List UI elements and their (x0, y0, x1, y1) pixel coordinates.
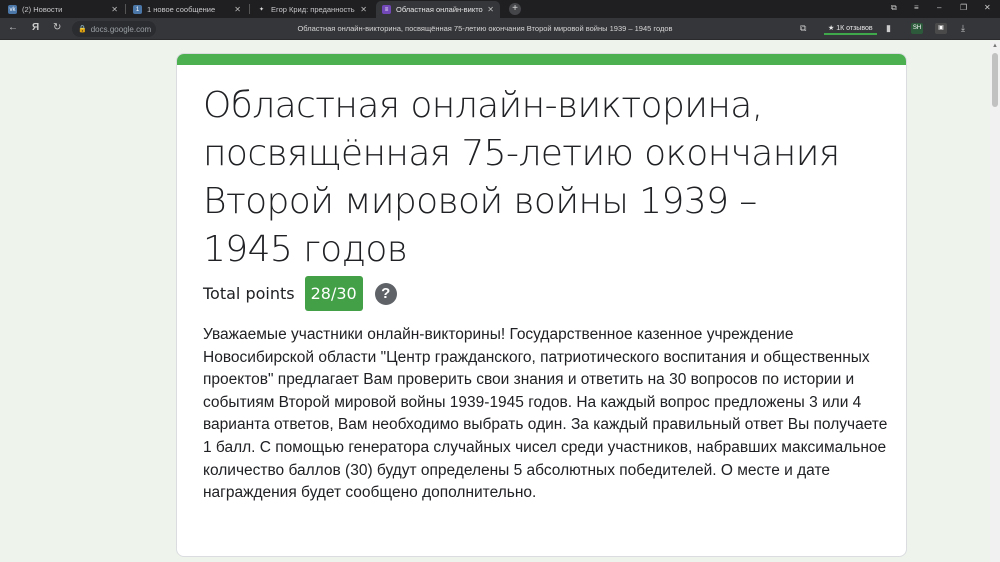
form-accent-bar (177, 54, 906, 65)
tab-egor-kreed[interactable]: ✦ Егор Крид: преданность од ✕ (251, 1, 373, 18)
extension-icon[interactable]: SH (911, 23, 923, 34)
vk-icon: vk (8, 5, 17, 14)
form-header-card: Областная онлайн-викторина, посвящённая … (176, 53, 907, 557)
back-arrow-icon[interactable]: ← (8, 22, 18, 33)
page-title-bar: Областная онлайн-викторина, посвящённая … (297, 24, 673, 33)
tab-title: Егор Крид: преданность од (271, 5, 357, 14)
minimize-icon[interactable]: – (937, 3, 941, 12)
yandex-icon[interactable]: Я (32, 22, 39, 33)
tab-title: 1 новое сообщение (147, 5, 216, 14)
scrollbar-thumb[interactable] (992, 53, 998, 107)
close-icon[interactable]: ✕ (234, 5, 241, 14)
tab-messages[interactable]: 1 1 новое сообщение ✕ (127, 1, 247, 18)
copy-link-icon[interactable]: ⧉ (800, 23, 806, 34)
browser-tab-strip: vk (2) Новости ✕ 1 1 новое сообщение ✕ ✦… (0, 0, 1000, 18)
form-title: Областная онлайн-викторина, посвящённая … (203, 85, 840, 270)
downloads-icon[interactable]: ⤓ (961, 23, 965, 34)
tab-title: Областная онлайн-викторин (396, 5, 483, 14)
google-forms-icon: ≡ (382, 5, 391, 14)
scrollbar[interactable]: ▲ (990, 41, 1000, 562)
total-points: Total points 28/30 ? (203, 276, 397, 311)
window-close-icon[interactable]: ✕ (984, 3, 991, 12)
close-icon[interactable]: ✕ (487, 5, 494, 14)
reload-icon[interactable]: ↻ (53, 22, 61, 33)
form-description: Уважаемые участники онлайн-викторины! Го… (203, 326, 888, 502)
help-icon[interactable]: ? (374, 282, 397, 305)
tab-separator (125, 4, 126, 14)
address-bar: ← Я ↻ 🔒 docs.google.com Областная онлайн… (0, 18, 1000, 40)
tab-title: (2) Новости (22, 5, 63, 14)
tab-separator (249, 4, 250, 14)
menu-icon[interactable]: ≡ (914, 3, 919, 12)
score-badge: 28/30 (304, 276, 363, 311)
restore-icon[interactable]: ❐ (960, 3, 967, 12)
scroll-up-icon[interactable]: ▲ (990, 41, 1000, 51)
tab-manager-icon[interactable]: ⧉ (891, 3, 897, 13)
lock-icon: 🔒 (78, 26, 87, 33)
vk-message-icon: 1 (133, 5, 142, 14)
new-tab-button[interactable]: + (509, 3, 521, 15)
tab-quiz-form[interactable]: ≡ Областная онлайн-викторин ✕ (376, 1, 500, 18)
bookmark-icon[interactable]: ▮ (886, 23, 891, 34)
total-points-label: Total points (203, 284, 295, 303)
close-icon[interactable]: ✕ (111, 5, 118, 14)
url-text: docs.google.com (90, 24, 152, 34)
extension-icon[interactable]: ▣ (935, 23, 947, 34)
star-icon: ✦ (258, 7, 265, 13)
close-icon[interactable]: ✕ (360, 5, 367, 14)
url-field[interactable]: 🔒 docs.google.com (72, 21, 156, 37)
reviews-button[interactable]: ★ 1К отзывов (824, 22, 877, 35)
tab-news[interactable]: vk (2) Новости ✕ (2, 1, 124, 18)
